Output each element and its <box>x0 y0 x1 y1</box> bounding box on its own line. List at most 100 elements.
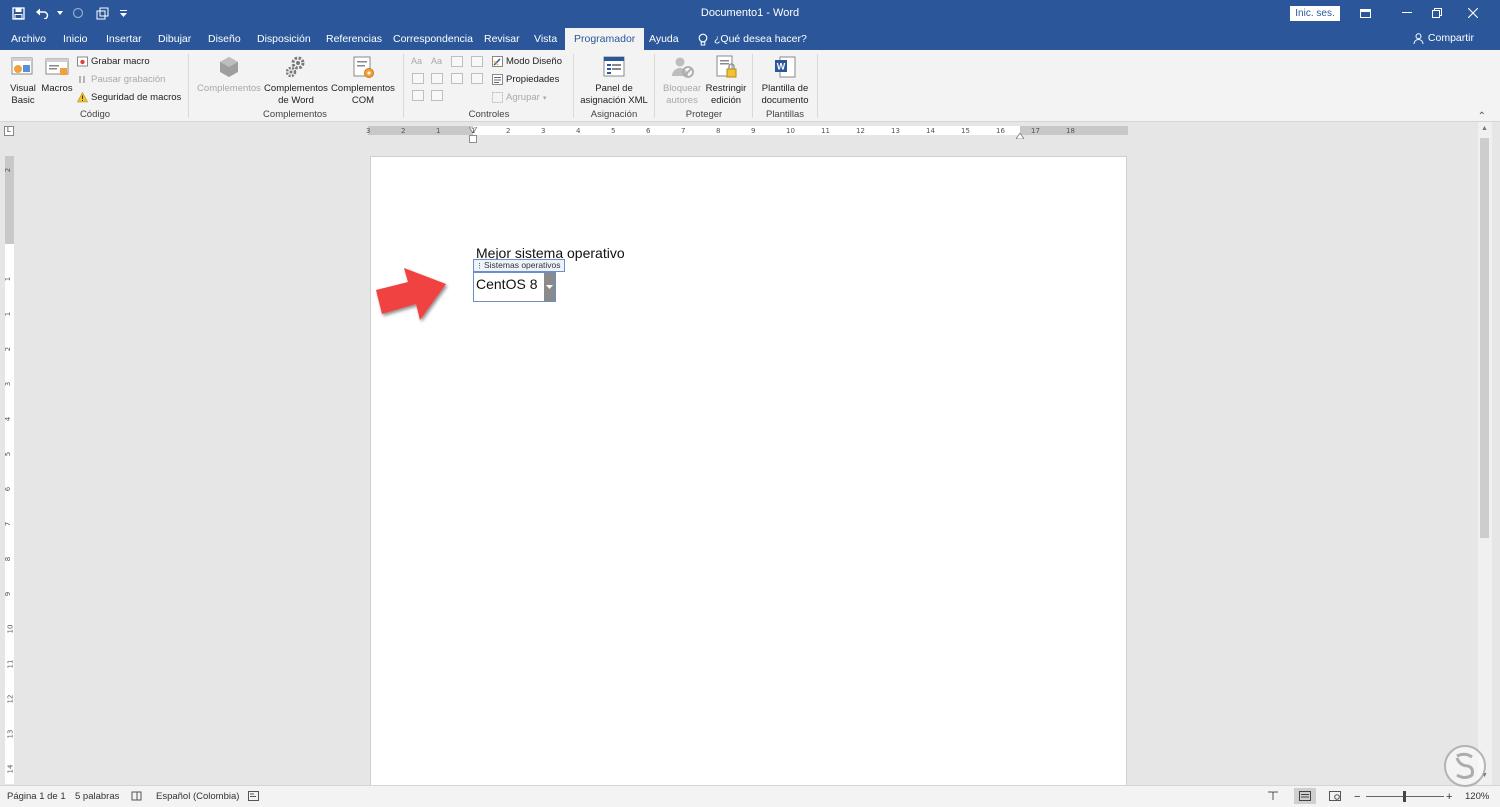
ruler-tick-label: 13 <box>6 729 15 739</box>
dropdown-selected-value[interactable]: CentOS 8 <box>476 276 537 292</box>
document-template-label-1: Plantilla de <box>761 83 809 94</box>
word-addins-label-1: Complementos <box>264 83 328 94</box>
tab-vista[interactable]: Vista <box>528 28 563 50</box>
content-control-title: Sistemas operativos <box>484 260 561 270</box>
xml-mapping-pane-button[interactable]: Panel de asignación XML <box>578 54 650 107</box>
pause-recording-label: Pausar grabación <box>91 74 166 85</box>
rich-text-control-icon[interactable]: Aa <box>411 56 423 67</box>
block-authors-label-2: autores <box>666 95 698 106</box>
ruler-tick-label: 12 <box>6 694 15 704</box>
tab-diseno[interactable]: Diseño <box>202 28 247 50</box>
share-label: Compartir <box>1427 32 1474 44</box>
lightbulb-icon <box>698 33 708 45</box>
visual-basic-button[interactable]: Visual Basic <box>6 54 40 107</box>
tab-programador[interactable]: Programador <box>565 28 645 50</box>
sign-in-button[interactable]: Inic. ses. <box>1290 6 1340 21</box>
group-separator <box>188 54 189 118</box>
tab-disposicion[interactable]: Disposición <box>251 28 317 50</box>
com-addins-button[interactable]: Complementos COM <box>330 54 396 107</box>
ruler-tick-label: 1 <box>4 276 13 282</box>
restrict-editing-button[interactable]: Restringir edición <box>704 54 748 107</box>
ruler-tick-label: 3 <box>366 127 371 135</box>
ruler-tick-label: 12 <box>856 127 865 135</box>
tab-referencias[interactable]: Referencias <box>320 28 388 50</box>
tab-insertar[interactable]: Insertar <box>100 28 148 50</box>
ribbon-programador: Visual Basic Macros Grabar macro Pausar … <box>0 50 1500 122</box>
tab-inicio[interactable]: Inicio <box>57 28 94 50</box>
hanging-indent-marker[interactable] <box>469 134 477 143</box>
collapse-ribbon-icon[interactable]: ⌃ <box>1478 111 1486 122</box>
zoom-slider-thumb[interactable] <box>1403 791 1406 802</box>
ruler-tick-label: 9 <box>751 127 756 135</box>
design-mode-label: Modo Diseño <box>506 56 562 67</box>
tab-revisar[interactable]: Revisar <box>478 28 526 50</box>
scrollbar-thumb[interactable] <box>1480 138 1489 538</box>
ruler-tick-label: 6 <box>646 127 651 135</box>
share-button[interactable]: Compartir <box>1413 32 1474 44</box>
accessibility-icon[interactable] <box>248 791 259 804</box>
read-mode-icon[interactable] <box>1267 791 1279 804</box>
dropdown-arrow-button[interactable] <box>544 273 555 301</box>
ruler-tick-label: 7 <box>4 521 13 527</box>
block-authors-label-1: Bloquear <box>662 83 702 94</box>
design-mode-button[interactable]: Modo Diseño <box>492 56 562 67</box>
group-label: Agrupar <box>506 92 540 103</box>
ruler-tick-label: 3 <box>541 127 546 135</box>
language-indicator[interactable]: Español (Colombia) <box>156 791 239 802</box>
document-page[interactable]: Mejor sistema operativo ⋮Sistemas operat… <box>370 156 1127 786</box>
macro-security-button[interactable]: Seguridad de macros <box>77 92 181 103</box>
vertical-scrollbar[interactable]: ▲ ▼ <box>1478 122 1492 785</box>
tab-dibujar[interactable]: Dibujar <box>152 28 197 50</box>
record-macro-button[interactable]: Grabar macro <box>77 56 150 67</box>
document-template-button[interactable]: W Plantilla de documento <box>757 54 813 107</box>
warning-icon <box>77 92 88 103</box>
checkbox-control-icon[interactable] <box>412 73 424 84</box>
combobox-control-icon[interactable] <box>431 73 443 84</box>
content-control-title-tag[interactable]: ⋮Sistemas operativos <box>473 259 565 272</box>
chevron-down-icon <box>546 285 553 289</box>
ruler-tick-label: 11 <box>821 127 830 135</box>
tell-me-search[interactable]: ¿Qué desea hacer? <box>692 28 813 50</box>
dropdown-list-control-icon[interactable] <box>451 73 463 84</box>
design-mode-icon <box>492 56 503 67</box>
visual-basic-label-2: Basic <box>11 95 35 106</box>
page-count[interactable]: Página 1 de 1 <box>7 791 66 802</box>
record-macro-icon <box>77 56 88 67</box>
block-authors-button: Bloquear autores <box>660 54 704 107</box>
macros-button[interactable]: Macros <box>40 54 74 95</box>
proofing-icon[interactable] <box>131 791 142 804</box>
ruler-tick-label: 2 <box>401 127 406 135</box>
building-block-control-icon[interactable] <box>471 56 483 67</box>
plain-text-control-icon[interactable]: Aa <box>431 56 443 67</box>
minimize-icon[interactable] <box>1392 3 1422 23</box>
web-layout-icon[interactable] <box>1329 791 1341 804</box>
repeating-section-control-icon[interactable] <box>412 90 424 101</box>
ruler-tick-label: 2 <box>4 346 13 352</box>
ruler-tick-label: 11 <box>6 659 15 669</box>
zoom-out-button[interactable]: − <box>1354 791 1360 803</box>
word-addins-button[interactable]: Complementos de Word <box>263 54 329 107</box>
word-count[interactable]: 5 palabras <box>75 791 119 802</box>
horizontal-ruler[interactable]: 3 2 1 1 2 3 4 5 6 7 8 9 10 11 12 13 14 15 16 17 18 <box>366 126 1128 140</box>
restore-icon[interactable] <box>1422 3 1452 23</box>
print-layout-icon[interactable] <box>1294 788 1316 804</box>
vertical-ruler[interactable]: 21123456789101112131415 <box>4 156 15 807</box>
close-icon[interactable] <box>1458 3 1488 23</box>
legacy-tools-icon[interactable] <box>431 90 443 101</box>
dropdown-content-control[interactable]: CentOS 8 <box>473 272 556 302</box>
chevron-down-icon: ▾ <box>542 94 547 102</box>
tab-selector[interactable]: L <box>4 126 14 136</box>
tab-ayuda[interactable]: Ayuda <box>643 28 685 50</box>
ruler-tick-label: 6 <box>4 486 13 492</box>
ruler-tick-label: 14 <box>6 764 15 774</box>
xml-mapping-label-2: asignación XML <box>580 95 648 106</box>
right-indent-marker[interactable] <box>1015 130 1025 140</box>
tab-correspondencia[interactable]: Correspondencia <box>387 28 479 50</box>
picture-control-icon[interactable] <box>451 56 463 67</box>
date-picker-control-icon[interactable] <box>471 73 483 84</box>
block-authors-icon <box>669 54 695 80</box>
tab-archivo[interactable]: Archivo <box>5 28 52 50</box>
ribbon-display-options-icon[interactable] <box>1350 3 1380 23</box>
properties-button[interactable]: Propiedades <box>492 74 559 85</box>
scroll-up-icon[interactable]: ▲ <box>1481 125 1488 132</box>
